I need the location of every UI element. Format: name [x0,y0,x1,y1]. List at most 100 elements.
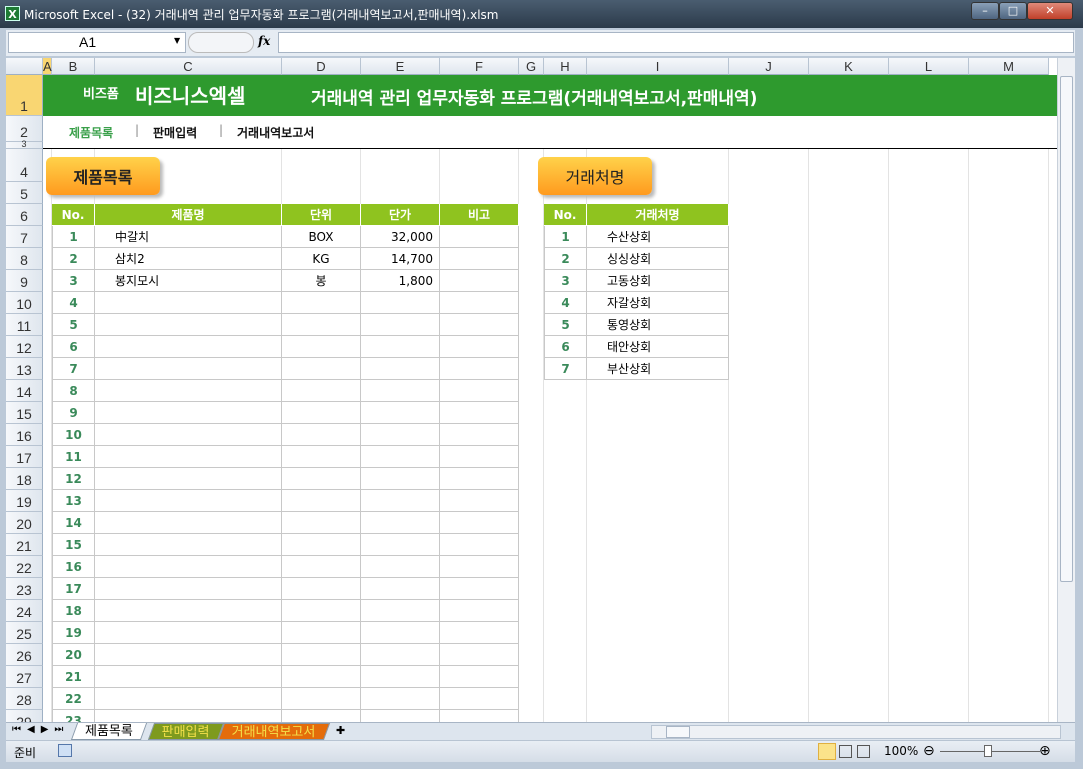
product-cell[interactable] [440,248,519,270]
product-cell[interactable]: 21 [52,666,95,688]
product-cell[interactable] [440,622,519,644]
product-cell[interactable]: BOX [282,226,361,248]
h-scroll-thumb[interactable] [666,726,690,738]
product-cell[interactable] [282,402,361,424]
product-cell[interactable] [95,292,282,314]
product-cell[interactable] [282,688,361,710]
product-cell[interactable] [95,402,282,424]
row-header-24[interactable]: 24 [6,600,43,622]
zoom-in-icon[interactable]: ⊕ [1039,743,1051,759]
product-cell[interactable] [95,380,282,402]
column-header-D[interactable]: D [282,58,361,75]
product-cell[interactable] [95,710,282,722]
product-cell[interactable] [361,380,440,402]
column-header-G[interactable]: G [519,58,544,75]
row-header-26[interactable]: 26 [6,644,43,666]
product-cell[interactable] [95,556,282,578]
product-cell[interactable] [95,644,282,666]
product-cell[interactable]: 5 [52,314,95,336]
insert-sheet-icon[interactable]: ✚ [336,724,345,737]
product-cell[interactable] [440,666,519,688]
row-header-17[interactable]: 17 [6,446,43,468]
product-cell[interactable] [440,314,519,336]
customer-cell[interactable]: 자갈상회 [587,292,729,314]
product-cell[interactable] [95,424,282,446]
page-break-view-icon[interactable] [857,745,870,758]
product-cell[interactable] [282,666,361,688]
row-header-11[interactable]: 11 [6,314,43,336]
product-cell[interactable]: 16 [52,556,95,578]
product-cell[interactable] [440,292,519,314]
row-header-6[interactable]: 6 [6,204,43,226]
worksheet[interactable]: A B C D E F G H I J K L M 1 2 3 4 5 6 7 8 9 10 11 12 13 14 15 16 17 18… [6,58,1057,722]
product-cell[interactable] [95,336,282,358]
product-cell[interactable] [440,336,519,358]
row-header-21[interactable]: 21 [6,534,43,556]
close-button[interactable]: ✕ [1027,2,1073,20]
product-cell[interactable] [95,468,282,490]
product-cell[interactable] [95,534,282,556]
row-header-23[interactable]: 23 [6,578,43,600]
product-cell[interactable]: 11 [52,446,95,468]
product-cell[interactable] [282,578,361,600]
customer-cell[interactable]: 고동상회 [587,270,729,292]
macro-record-icon[interactable] [58,744,72,757]
product-cell[interactable] [282,622,361,644]
product-cell[interactable] [95,446,282,468]
product-cell[interactable] [361,600,440,622]
row-header-5[interactable]: 5 [6,182,43,204]
customer-cell[interactable]: 4 [544,292,587,314]
row-header-14[interactable]: 14 [6,380,43,402]
column-header-E[interactable]: E [361,58,440,75]
product-cell[interactable] [95,688,282,710]
product-cell[interactable]: 13 [52,490,95,512]
product-cell[interactable] [440,446,519,468]
insert-function-icon[interactable]: fx [258,34,270,48]
product-cell[interactable] [440,358,519,380]
row-header-13[interactable]: 13 [6,358,43,380]
column-header-K[interactable]: K [809,58,889,75]
product-cell[interactable]: 6 [52,336,95,358]
product-cell[interactable] [95,600,282,622]
select-all[interactable] [6,58,43,75]
row-header-8[interactable]: 8 [6,248,43,270]
product-cell[interactable] [361,644,440,666]
product-cell[interactable]: 18 [52,600,95,622]
product-cell[interactable]: 3 [52,270,95,292]
product-cell[interactable] [282,446,361,468]
product-cell[interactable]: 4 [52,292,95,314]
product-cell[interactable]: 1,800 [361,270,440,292]
product-cell[interactable] [95,358,282,380]
minimize-button[interactable]: – [971,2,999,20]
product-cell[interactable] [282,468,361,490]
product-cell[interactable]: 15 [52,534,95,556]
customer-cell[interactable]: 7 [544,358,587,380]
sheet-tab-2[interactable]: 거래내역보고서 [217,723,330,740]
product-cell[interactable] [282,358,361,380]
product-cell[interactable] [361,556,440,578]
product-cell[interactable] [282,314,361,336]
column-header-F[interactable]: F [440,58,519,75]
product-cell[interactable] [361,578,440,600]
maximize-button[interactable]: □ [999,2,1027,20]
zoom-slider-handle[interactable] [984,745,992,757]
normal-view-icon[interactable] [818,743,836,760]
product-cell[interactable]: 삼치2 [95,248,282,270]
product-cell[interactable]: 1 [52,226,95,248]
product-cell[interactable] [282,644,361,666]
product-cell[interactable]: 19 [52,622,95,644]
chevron-down-icon[interactable]: ▼ [174,36,180,45]
column-header-C[interactable]: C [95,58,282,75]
product-cell[interactable] [361,666,440,688]
sheet-tab-1[interactable]: 판매입력 [147,723,224,740]
product-cell[interactable]: 9 [52,402,95,424]
product-cell[interactable] [440,600,519,622]
row-header-28[interactable]: 28 [6,688,43,710]
product-cell[interactable] [282,512,361,534]
product-cell[interactable]: 12 [52,468,95,490]
product-cell[interactable] [361,490,440,512]
row-header-20[interactable]: 20 [6,512,43,534]
product-cell[interactable] [440,710,519,722]
product-cell[interactable]: 8 [52,380,95,402]
product-cell[interactable] [440,490,519,512]
